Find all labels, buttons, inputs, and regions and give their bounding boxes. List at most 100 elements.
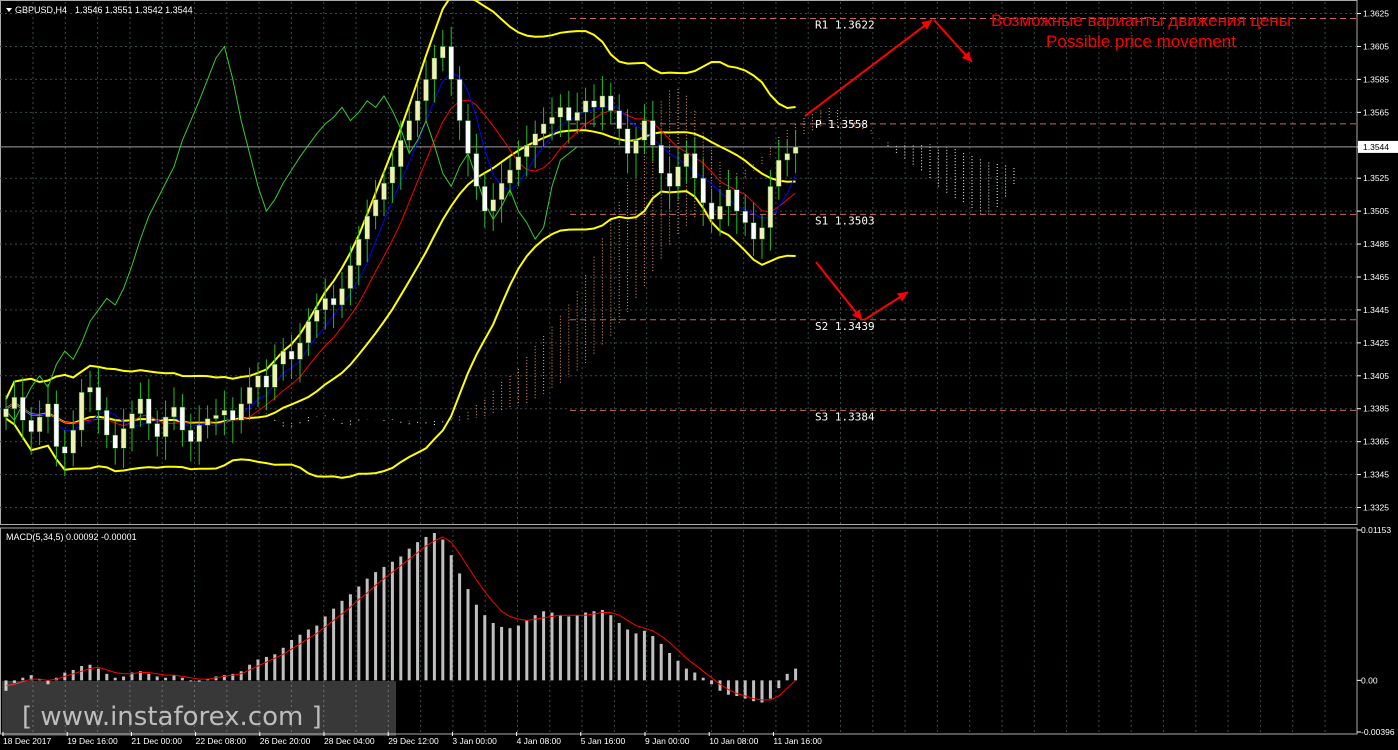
pivot-label-s2: S2 1.3439 bbox=[815, 320, 875, 333]
candle-body bbox=[608, 95, 614, 111]
macd-bar bbox=[542, 611, 546, 681]
x-tick-label: 29 Dec 12:00 bbox=[388, 736, 439, 746]
macd-bar bbox=[96, 668, 100, 681]
macd-y-tick-label: 0.00 bbox=[1361, 675, 1378, 685]
candle-body bbox=[650, 120, 656, 146]
candle-body bbox=[742, 210, 748, 223]
macd-bar bbox=[575, 615, 579, 681]
macd-bar bbox=[71, 669, 75, 681]
macd-bar bbox=[491, 622, 495, 681]
candle-body bbox=[347, 265, 354, 289]
macd-bar bbox=[449, 555, 453, 681]
candle-body bbox=[423, 79, 429, 102]
candle-body bbox=[20, 396, 26, 421]
candle-body bbox=[708, 202, 715, 220]
macd-bar bbox=[500, 626, 504, 681]
macd-y-tick-label: -0.00396 bbox=[1361, 727, 1395, 737]
candle-body bbox=[120, 428, 127, 449]
candle-body bbox=[53, 403, 60, 447]
macd-bar bbox=[298, 634, 302, 681]
candle-body bbox=[137, 398, 144, 414]
macd-bar bbox=[306, 629, 310, 681]
macd-bar bbox=[617, 622, 621, 681]
candle-body bbox=[700, 177, 706, 204]
candle-body bbox=[28, 420, 34, 433]
candle-body bbox=[11, 396, 18, 409]
macd-bar bbox=[693, 672, 697, 681]
candle-body bbox=[582, 100, 589, 113]
candle-body bbox=[364, 215, 370, 240]
macd-bar bbox=[768, 680, 772, 699]
candle-body bbox=[414, 100, 421, 121]
candle-body bbox=[372, 199, 379, 217]
candle-body bbox=[431, 57, 438, 80]
candle-body bbox=[213, 415, 219, 419]
candle-body bbox=[465, 120, 471, 154]
candle-body bbox=[204, 418, 211, 426]
candle-body bbox=[532, 133, 538, 146]
candle-body bbox=[45, 403, 51, 418]
candle-body bbox=[112, 434, 118, 449]
candle-body bbox=[179, 406, 186, 431]
candle-body bbox=[440, 46, 446, 59]
macd-bar bbox=[441, 539, 445, 681]
macd-bar bbox=[609, 615, 613, 681]
candle-body bbox=[263, 375, 270, 388]
y-tick-label: 1.3385 bbox=[1363, 404, 1389, 414]
y-tick-label: 1.3625 bbox=[1363, 9, 1389, 19]
candle-body bbox=[280, 350, 286, 365]
candle-body bbox=[305, 321, 312, 344]
ohlc-readout: 1.3546 1.3551 1.3542 1.3544 bbox=[75, 5, 193, 15]
candle-body bbox=[473, 153, 480, 187]
candle-body bbox=[221, 410, 228, 416]
x-tick-label: 19 Dec 16:00 bbox=[67, 736, 118, 746]
macd-bar bbox=[525, 620, 529, 681]
macd-bar bbox=[710, 680, 714, 685]
x-tick-label: 11 Jan 16:00 bbox=[773, 736, 822, 746]
macd-bar bbox=[458, 573, 462, 681]
candle-body bbox=[330, 298, 337, 306]
symbol-label: GBPUSD,H4 bbox=[15, 5, 67, 15]
candle-body bbox=[524, 145, 530, 158]
candle-body bbox=[87, 387, 93, 393]
macd-bar bbox=[180, 677, 184, 681]
candle-body bbox=[482, 186, 488, 212]
y-tick-label: 1.3425 bbox=[1363, 338, 1389, 348]
candle-body bbox=[498, 182, 505, 200]
candle-body bbox=[398, 140, 404, 167]
x-tick-label: 4 Jan 08:00 bbox=[517, 736, 562, 746]
macd-bar bbox=[785, 673, 789, 681]
annotation-russian: Возможные варианты движения цены bbox=[991, 11, 1291, 30]
macd-bar bbox=[474, 604, 478, 681]
candle-body bbox=[633, 140, 639, 154]
annotation-english: Possible price movement bbox=[1046, 32, 1236, 51]
macd-bar bbox=[676, 660, 680, 681]
macd-bar bbox=[718, 680, 722, 691]
macd-bar bbox=[726, 680, 730, 695]
pivot-label-s3: S3 1.3384 bbox=[815, 410, 875, 423]
x-tick-label: 28 Dec 04:00 bbox=[324, 736, 375, 746]
macd-bar bbox=[374, 572, 378, 681]
candle-body bbox=[515, 156, 522, 171]
macd-bar bbox=[382, 566, 386, 681]
x-tick-label: 26 Dec 20:00 bbox=[260, 736, 311, 746]
candle-body bbox=[616, 110, 622, 130]
macd-bar bbox=[432, 532, 436, 681]
candle-body bbox=[297, 342, 303, 360]
macd-bar bbox=[21, 677, 25, 681]
candle-body bbox=[95, 387, 102, 411]
macd-bar bbox=[483, 615, 487, 681]
candle-body bbox=[717, 205, 723, 220]
y-tick-label: 1.3365 bbox=[1363, 437, 1389, 447]
macd-bar bbox=[600, 609, 604, 681]
candle-body bbox=[146, 398, 152, 424]
candle-body bbox=[104, 410, 110, 436]
macd-bar bbox=[239, 671, 243, 681]
macd-bar bbox=[416, 542, 420, 681]
candle-body bbox=[767, 186, 774, 228]
macd-bar bbox=[642, 630, 646, 681]
candle-body bbox=[272, 364, 278, 388]
y-tick-label: 1.3505 bbox=[1363, 206, 1389, 216]
candle-body bbox=[540, 123, 547, 134]
x-tick-label: 18 Dec 2017 bbox=[3, 736, 51, 746]
